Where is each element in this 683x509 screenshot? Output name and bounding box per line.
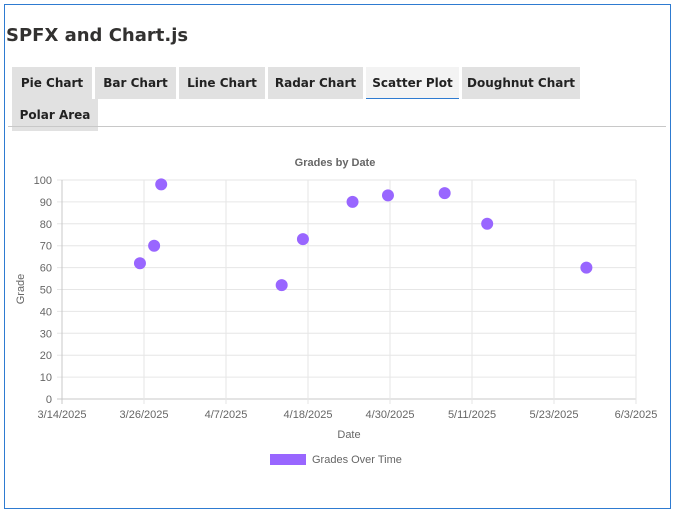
data-point (381, 189, 394, 202)
data-point (133, 257, 146, 270)
x-tick-label: 5/23/2025 (530, 409, 579, 421)
data-point (296, 233, 309, 246)
y-tick-label: 50 (40, 285, 52, 297)
x-tick-label: 6/3/2025 (615, 409, 658, 421)
data-point (438, 187, 451, 200)
y-tick-label: 100 (34, 175, 52, 187)
data-point (275, 279, 288, 292)
y-tick-label: 70 (40, 241, 52, 253)
data-point (346, 195, 359, 208)
chart-title: Grades by Date (295, 157, 376, 169)
y-axis-label: Grade (15, 274, 27, 305)
y-tick-label: 10 (40, 372, 52, 384)
y-tick-label: 60 (40, 263, 52, 275)
y-tick-label: 0 (46, 394, 52, 406)
y-tick-label: 80 (40, 219, 52, 231)
x-tick-label: 4/18/2025 (284, 409, 333, 421)
x-tick-label: 3/26/2025 (120, 409, 169, 421)
data-points (133, 178, 593, 292)
x-tick-label: 4/30/2025 (366, 409, 415, 421)
scatter-chart: Grades by Date 0 10 20 30 40 50 60 70 80 90 100 3/… (15, 157, 658, 466)
x-tick-label: 5/11/2025 (448, 409, 496, 421)
y-tick-label: 30 (40, 328, 52, 340)
x-tick-label: 3/14/2025 (38, 409, 87, 421)
y-axis-ticks: 0 10 20 30 40 50 60 70 80 90 100 (34, 175, 52, 406)
data-point (155, 178, 168, 191)
data-point (481, 217, 494, 230)
legend-swatch[interactable] (270, 454, 306, 465)
data-point (580, 261, 593, 274)
y-tick-label: 20 (40, 350, 52, 362)
x-axis-ticks: 3/14/2025 3/26/2025 4/7/2025 4/18/2025 4/30/… (38, 409, 658, 421)
y-tick-label: 90 (40, 197, 52, 209)
legend-label[interactable]: Grades Over Time (312, 454, 402, 466)
chart-grid (57, 179, 637, 404)
data-point (148, 239, 161, 252)
x-tick-label: 4/7/2025 (205, 409, 248, 421)
x-axis-label: Date (337, 429, 360, 441)
y-tick-label: 40 (40, 306, 52, 318)
